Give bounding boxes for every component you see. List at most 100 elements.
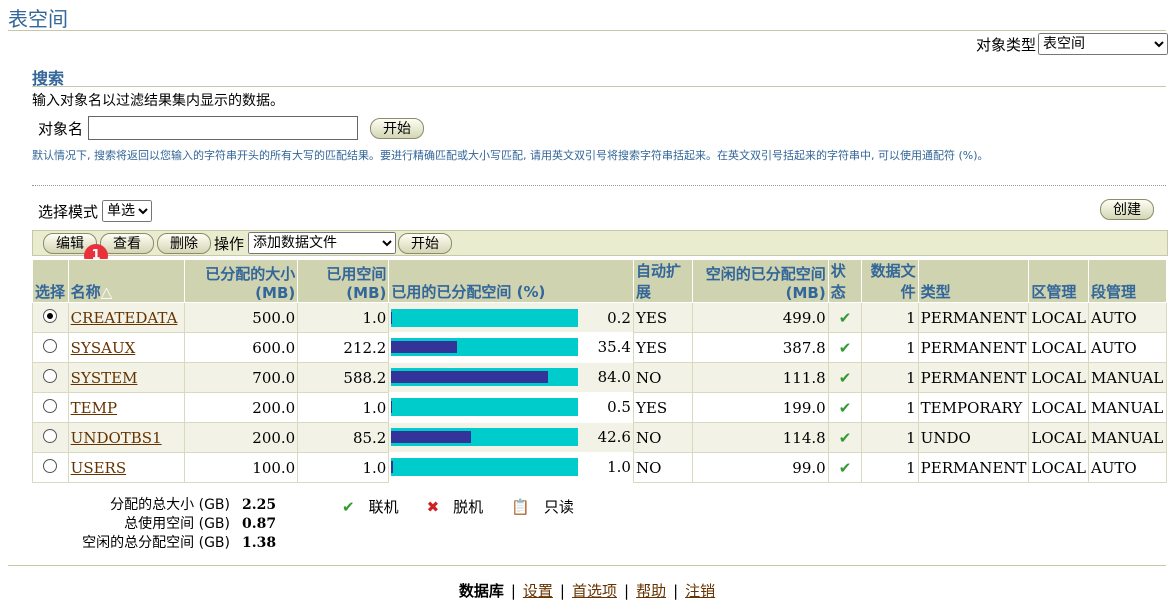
allocated-cell: 600.0 (183, 332, 299, 363)
name-cell: TEMP (67, 392, 185, 423)
select-mode: 选择模式 单选 (38, 200, 153, 222)
col-used-pct: 已用的已分配空间 (%) (388, 259, 634, 303)
usage-bar (391, 308, 579, 327)
col-allocated: 已分配的大小 (MB) (183, 259, 299, 303)
footer-separator: | (559, 582, 565, 600)
used-cell: 1.0 (297, 392, 390, 423)
action-go-button[interactable]: 开始 (398, 232, 453, 254)
used-pct-cell: 0.5 (389, 393, 633, 422)
summary-block: 分配的总大小 (GB) 2.25 总使用空间 (GB) 0.87 空闲的总分配空间 … (40, 496, 276, 553)
legend-offline: ✖ 脱机 (427, 496, 498, 517)
usage-bar-fill (391, 341, 458, 353)
tablespace-name-link[interactable]: UNDOTBS1 (71, 429, 162, 447)
title-divider (8, 30, 1166, 31)
online-check-icon: ✔ (838, 398, 852, 417)
total-used-label: 总使用空间 (GB) (124, 516, 230, 532)
col-type: 类型 (917, 259, 1030, 303)
allocated-cell: 200.0 (183, 422, 299, 453)
autoextend-cell: YES (632, 392, 694, 423)
row-select-radio[interactable] (43, 368, 58, 383)
col-free: 空闲的已分配空间 (MB) (692, 259, 829, 303)
usage-bar-fill (391, 461, 394, 473)
status-cell: ✔ (827, 302, 863, 333)
tablespace-name-link[interactable]: USERS (71, 459, 126, 477)
free-cell: 199.0 (692, 392, 829, 423)
view-button[interactable]: 查看 (100, 232, 154, 254)
footer-separator: | (624, 582, 630, 600)
legend-online: ✔ 联机 (342, 496, 413, 517)
action-select[interactable]: 添加数据文件 (248, 232, 397, 254)
select-mode-select[interactable]: 单选 (102, 200, 153, 222)
allocated-cell: 100.0 (183, 452, 299, 483)
datafiles-cell: 1 (861, 362, 919, 393)
autoextend-cell: NO (632, 362, 694, 393)
legend-online-label: 联机 (368, 498, 399, 516)
autoextend-cell: YES (632, 302, 694, 333)
tablespace-name-link[interactable]: CREATEDATA (71, 309, 178, 327)
tablespace-name-link[interactable]: TEMP (71, 399, 117, 417)
allocated-cell: 700.0 (183, 362, 299, 393)
online-check-icon: ✔ (838, 458, 852, 477)
used-pct-cell: 35.4 (389, 333, 633, 362)
usage-bar-fill (391, 431, 472, 443)
footer-link[interactable]: 注销 (685, 582, 715, 600)
datafiles-cell: 1 (861, 392, 919, 423)
datafiles-cell: 1 (861, 422, 919, 453)
autoextend-cell: NO (632, 452, 694, 483)
sort-ascending-icon: △ (100, 283, 113, 301)
footer-link[interactable]: 设置 (523, 582, 553, 600)
row-select-cell (32, 302, 69, 333)
segment-mgmt-cell: AUTO (1087, 452, 1168, 483)
name-cell: UNDOTBS1 (67, 422, 185, 453)
object-type-select[interactable]: 表空间 (1038, 33, 1168, 55)
used-cell: 1.0 (297, 452, 390, 483)
status-cell: ✔ (827, 332, 863, 363)
row-select-radio[interactable] (43, 458, 58, 473)
segment-mgmt-cell: MANUAL (1087, 392, 1168, 423)
used-pct-cell: 0.2 (389, 303, 633, 332)
object-type-label: 对象类型 (975, 35, 1036, 54)
search-go-button[interactable]: 开始 (370, 117, 425, 139)
select-mode-label: 选择模式 (38, 202, 99, 221)
type-cell: PERMANENT (917, 452, 1030, 483)
used-pct-value: 42.6 (597, 428, 631, 446)
search-description: 输入对象名以过滤结果集内显示的数据。 (32, 93, 284, 109)
object-name-label: 对象名 (38, 119, 84, 138)
used-cell: 85.2 (297, 422, 390, 453)
footer-nav: 数据库 | 设置 | 首选项 | 帮助 | 注销 (0, 580, 1174, 601)
col-autoextend: 自动扩展 (632, 259, 694, 303)
status-legend: ✔ 联机 ✖ 脱机 📋 只读 (342, 496, 602, 517)
type-cell: PERMANENT (917, 302, 1030, 333)
footer-link[interactable]: 帮助 (636, 582, 666, 600)
total-used-value: 0.87 (242, 516, 277, 532)
delete-button[interactable]: 删除 (157, 232, 211, 254)
used-cell: 588.2 (297, 362, 390, 393)
usage-bar (391, 458, 579, 476)
table-row: SYSAUX 600.0 212.2 35.4 YES 387.8 ✔ 1 PERMANENT L… (32, 332, 1168, 363)
autoextend-cell: NO (632, 422, 694, 453)
col-name[interactable]: 名称△ (67, 259, 185, 303)
status-cell: ✔ (827, 392, 863, 423)
footer-link[interactable]: 首选项 (572, 582, 617, 600)
row-select-radio[interactable] (43, 428, 58, 443)
footer-link[interactable]: 数据库 (459, 582, 504, 600)
col-used: 已用空间 (MB) (297, 259, 390, 303)
extent-mgmt-cell: LOCAL (1028, 362, 1089, 393)
create-button[interactable]: 创建 (1100, 199, 1154, 220)
autoextend-cell: YES (632, 332, 694, 363)
usage-bar-fill (391, 371, 549, 383)
action-label: 操作 (214, 234, 245, 253)
row-select-radio[interactable] (43, 398, 58, 413)
row-select-radio[interactable] (43, 308, 58, 323)
tablespace-name-link[interactable]: SYSTEM (71, 369, 138, 387)
object-name-input[interactable] (88, 116, 359, 140)
free-cell: 111.8 (692, 362, 829, 393)
total-allocated-label: 分配的总大小 (GB) (110, 497, 230, 513)
table-row: UNDOTBS1 200.0 85.2 42.6 NO 114.8 ✔ 1 UNDO LOCAL M… (32, 422, 1168, 453)
used-pct-value: 35.4 (597, 338, 631, 356)
row-select-radio[interactable] (43, 338, 58, 353)
col-segment-mgmt: 段管理 (1087, 259, 1168, 303)
table-header-row: 选择 名称△ 已分配的大小 (MB) 已用空间 (MB) 已用的已分配空间 (%… (32, 259, 1168, 303)
col-name-label: 名称 (70, 283, 101, 301)
tablespace-name-link[interactable]: SYSAUX (71, 339, 136, 357)
